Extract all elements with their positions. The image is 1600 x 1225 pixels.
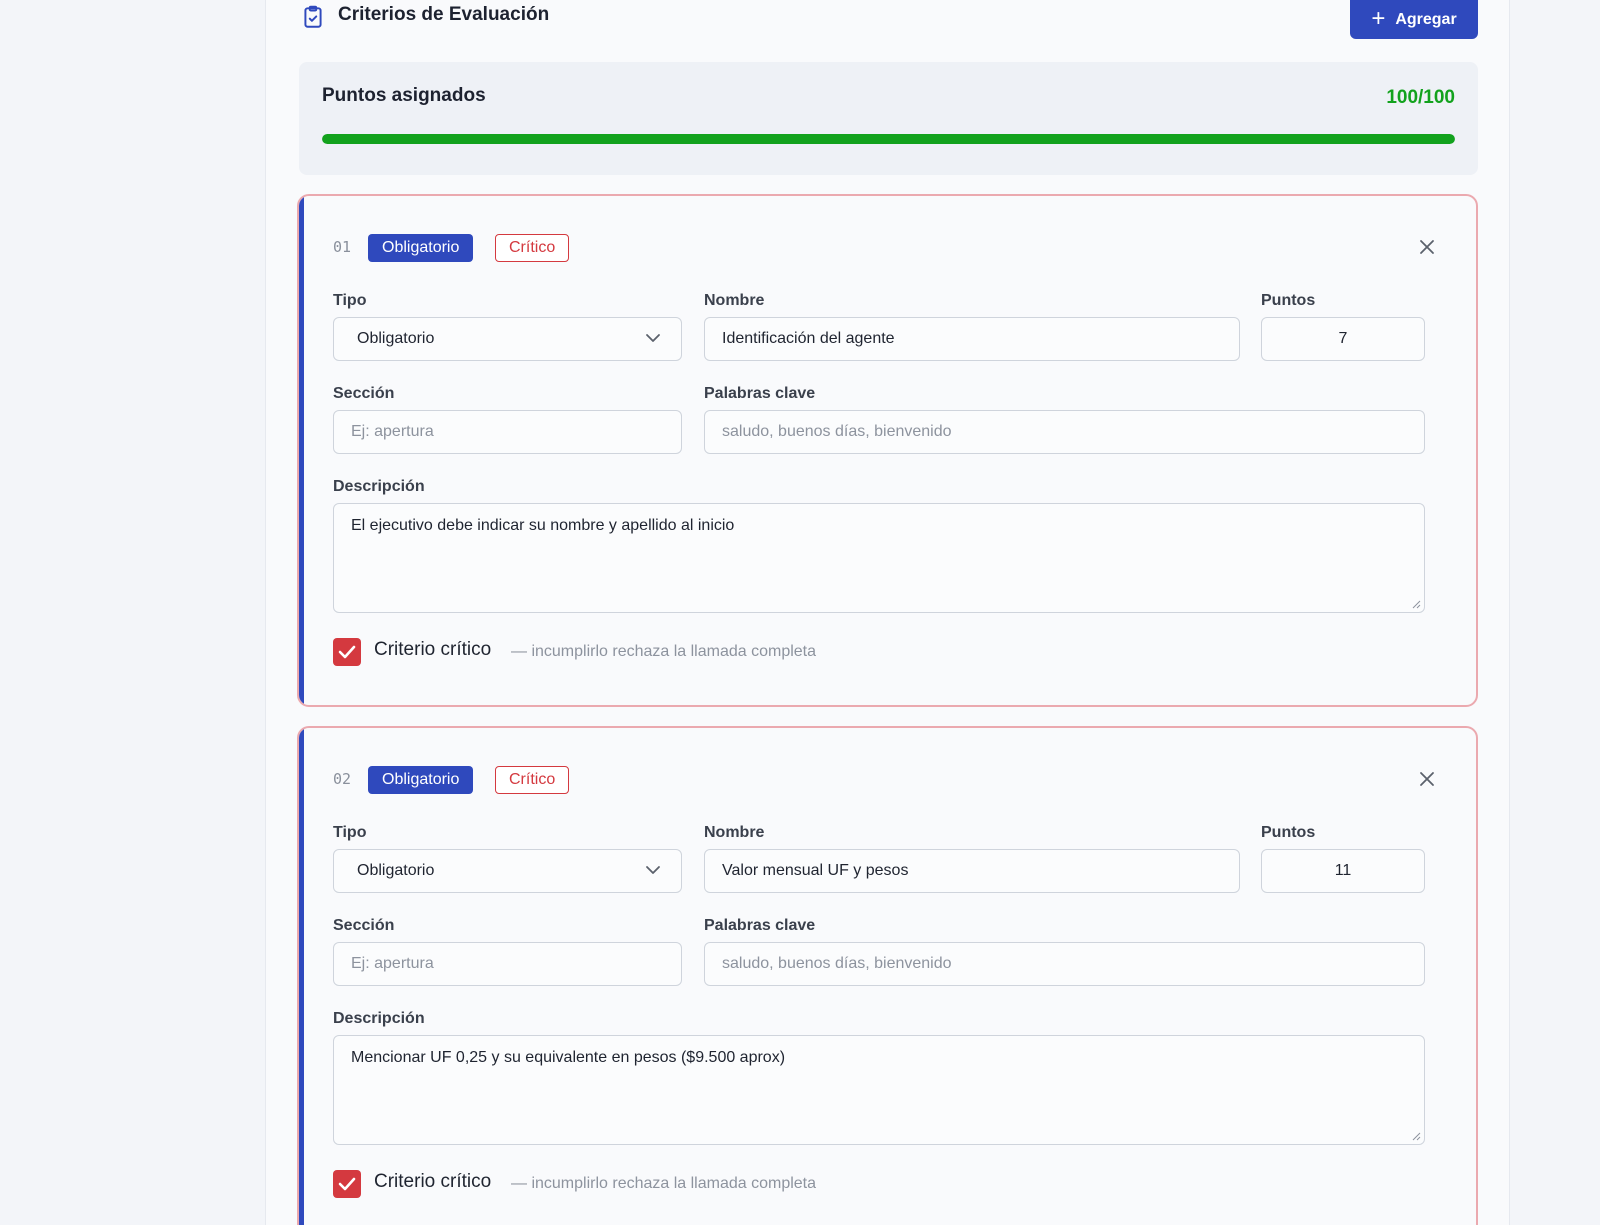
add-criterion-button[interactable]: + Agregar xyxy=(1350,0,1478,39)
chevron-down-icon xyxy=(646,334,660,342)
critico-hint: — incumplirlo rechaza la llamada complet… xyxy=(511,643,817,660)
points-summary: Puntos asignados 100/100 xyxy=(299,62,1478,175)
critico-checkbox[interactable] xyxy=(333,1170,361,1198)
palabras-clave-label: Palabras clave xyxy=(704,385,816,402)
tipo-label: Tipo xyxy=(333,824,367,841)
chevron-down-icon xyxy=(646,866,660,874)
puntos-input[interactable]: 7 xyxy=(1261,317,1425,361)
seccion-label: Sección xyxy=(333,385,395,402)
puntos-input[interactable]: 11 xyxy=(1261,849,1425,893)
section-title: Criterios de Evaluación xyxy=(338,4,550,25)
section-header: Criterios de Evaluación + Agregar xyxy=(300,0,1478,40)
palabras-clave-input[interactable]: saludo, buenos días, bienvenido xyxy=(704,410,1425,454)
tipo-select-value: Obligatorio xyxy=(357,330,435,347)
critico-checkbox[interactable] xyxy=(333,638,361,666)
tipo-select-value: Obligatorio xyxy=(357,862,435,879)
tipo-select[interactable]: Obligatorio xyxy=(333,849,682,893)
points-label: Puntos asignados xyxy=(322,85,486,106)
descripcion-textarea[interactable]: Mencionar UF 0,25 y su equivalente en pe… xyxy=(333,1035,1425,1145)
type-badge: Obligatorio xyxy=(368,766,474,794)
nombre-label: Nombre xyxy=(704,824,765,841)
add-button-label: Agregar xyxy=(1395,10,1457,28)
palabras-clave-label: Palabras clave xyxy=(704,917,816,934)
seccion-input[interactable]: Ej: apertura xyxy=(333,942,682,986)
descripcion-value: El ejecutivo debe indicar su nombre y ap… xyxy=(351,517,735,534)
nombre-label: Nombre xyxy=(704,292,765,309)
critico-label: Criterio crítico xyxy=(374,639,492,660)
descripcion-value: Mencionar UF 0,25 y su equivalente en pe… xyxy=(351,1049,786,1066)
critico-label: Criterio crítico xyxy=(374,1171,492,1192)
tipo-select[interactable]: Obligatorio xyxy=(333,317,682,361)
check-icon xyxy=(338,1177,356,1191)
points-value: 100/100 xyxy=(1386,87,1455,108)
critical-badge: Crítico xyxy=(495,766,570,794)
criterion-number: 02 xyxy=(333,770,352,788)
criterion-card: 01 Obligatorio Crítico Tipo Nombre Punto… xyxy=(297,194,1478,707)
plus-icon: + xyxy=(1371,4,1386,32)
descripcion-label: Descripción xyxy=(333,1010,425,1027)
tipo-label: Tipo xyxy=(333,292,367,309)
seccion-label: Sección xyxy=(333,917,395,934)
resize-handle-icon[interactable] xyxy=(1411,1131,1421,1141)
critical-badge: Crítico xyxy=(495,234,570,262)
descripcion-textarea[interactable]: El ejecutivo debe indicar su nombre y ap… xyxy=(333,503,1425,613)
puntos-label: Puntos xyxy=(1261,292,1316,309)
critico-hint: — incumplirlo rechaza la llamada complet… xyxy=(511,1175,817,1192)
check-icon xyxy=(338,645,356,659)
nombre-input[interactable]: Identificación del agente xyxy=(704,317,1240,361)
palabras-clave-input[interactable]: saludo, buenos días, bienvenido xyxy=(704,942,1425,986)
points-progress-bar xyxy=(322,134,1455,144)
close-icon[interactable] xyxy=(1416,768,1438,790)
nombre-input[interactable]: Valor mensual UF y pesos xyxy=(704,849,1240,893)
resize-handle-icon[interactable] xyxy=(1411,599,1421,609)
descripcion-label: Descripción xyxy=(333,478,425,495)
close-icon[interactable] xyxy=(1416,236,1438,258)
seccion-input[interactable]: Ej: apertura xyxy=(333,410,682,454)
criterion-number: 01 xyxy=(333,238,352,256)
clipboard-check-icon xyxy=(304,5,322,28)
type-badge: Obligatorio xyxy=(368,234,474,262)
criterion-card: 02 Obligatorio Crítico Tipo Nombre Punto… xyxy=(297,726,1478,1225)
puntos-label: Puntos xyxy=(1261,824,1316,841)
points-progress-fill xyxy=(322,134,1455,144)
